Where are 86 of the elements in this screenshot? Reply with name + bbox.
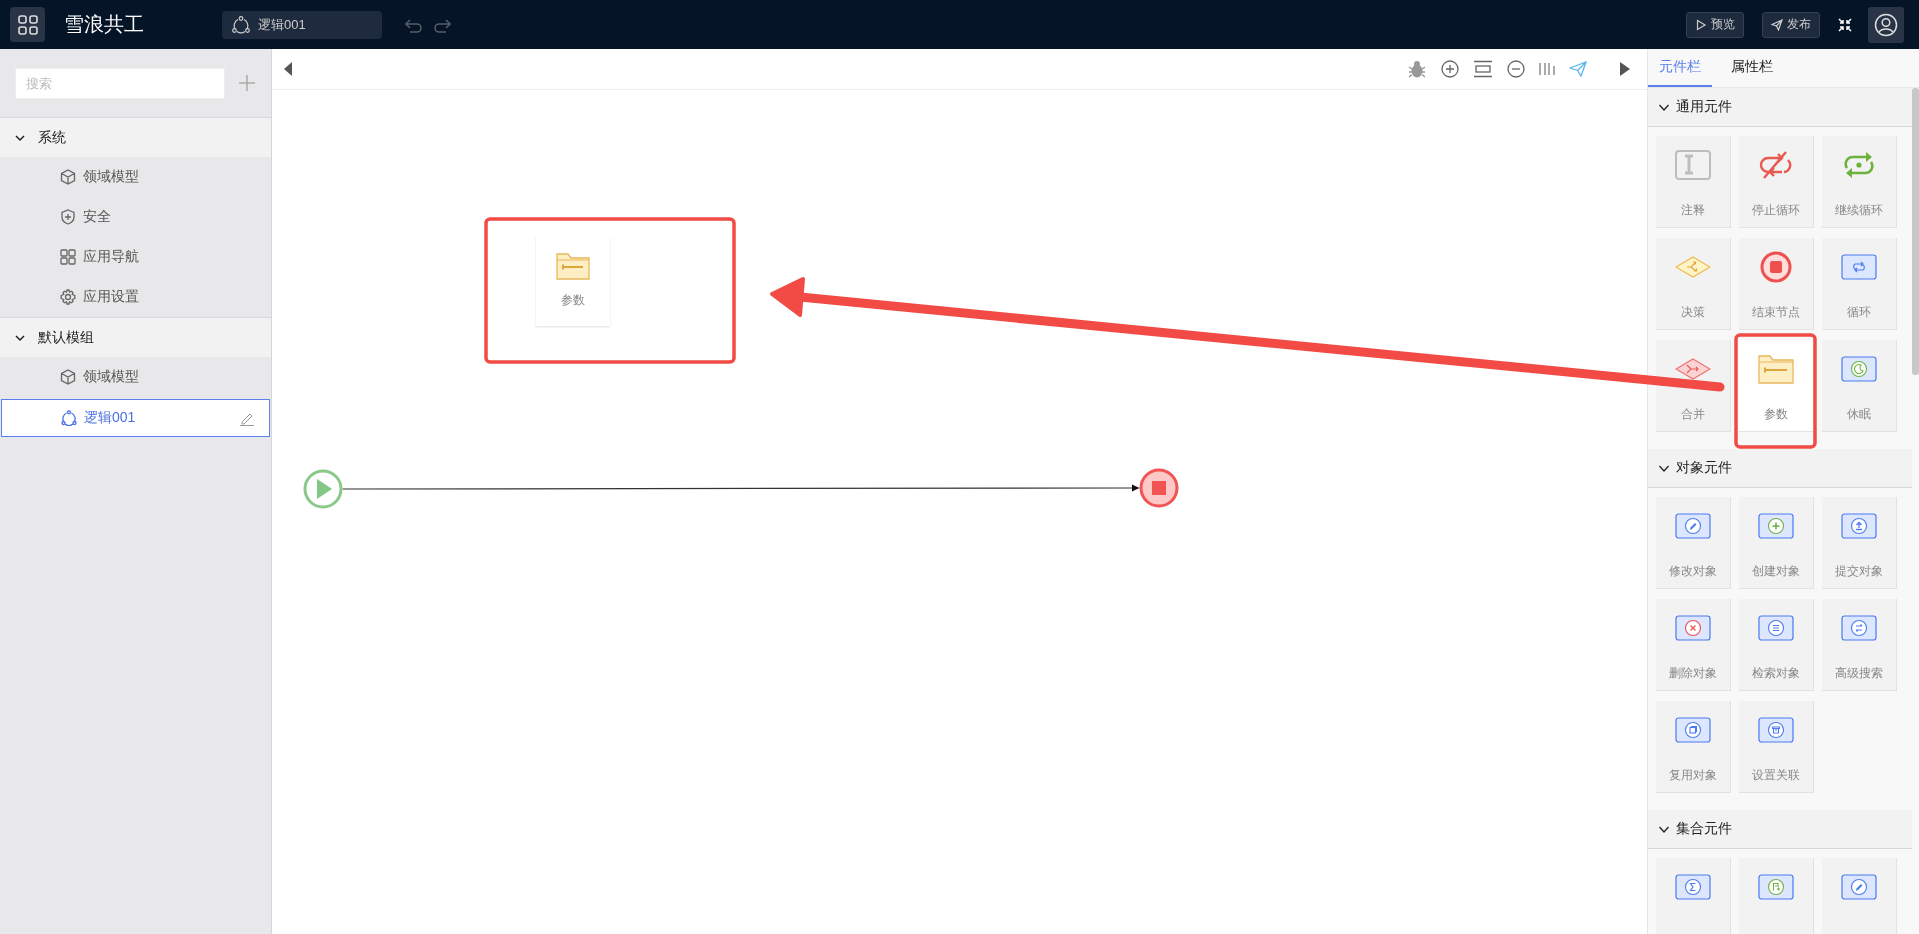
tree-item[interactable]: 应用设置 bbox=[1, 277, 270, 317]
collapse-left-icon[interactable] bbox=[282, 61, 294, 77]
moon-box-icon bbox=[1841, 356, 1877, 382]
component-tile[interactable]: 结束节点 bbox=[1739, 238, 1814, 330]
component-tile[interactable]: 休眠 bbox=[1822, 340, 1897, 432]
component-tile[interactable]: 循环 bbox=[1822, 238, 1897, 330]
loop-box-icon bbox=[1841, 254, 1877, 280]
bars-icon[interactable] bbox=[1539, 61, 1555, 77]
pencil-box-icon bbox=[1841, 874, 1877, 900]
shield-icon bbox=[60, 209, 76, 225]
swap-box-icon bbox=[1841, 615, 1877, 641]
document-tab[interactable]: 逻辑001 bbox=[222, 10, 382, 39]
component-tile[interactable] bbox=[1739, 858, 1814, 934]
loop-slash-icon bbox=[1758, 150, 1794, 180]
component-tile[interactable]: 设置关联 bbox=[1739, 701, 1814, 793]
account-button[interactable] bbox=[1868, 6, 1904, 43]
plus-icon[interactable] bbox=[238, 74, 256, 92]
plus-box-icon bbox=[1758, 513, 1794, 539]
gear-icon bbox=[60, 289, 76, 305]
component-tile[interactable]: 创建对象 bbox=[1739, 497, 1814, 589]
component-tile[interactable]: 注释 bbox=[1656, 136, 1731, 228]
user-icon bbox=[1874, 12, 1898, 37]
undo-icon[interactable] bbox=[404, 16, 424, 33]
component-tile[interactable]: 删除对象 bbox=[1656, 599, 1731, 691]
tree-group-header[interactable]: 系统 bbox=[0, 118, 271, 157]
collapse-icon[interactable] bbox=[1838, 17, 1852, 32]
folder-icon bbox=[556, 252, 590, 280]
component-tile[interactable]: 合并 bbox=[1656, 340, 1731, 432]
zoom-out-icon[interactable] bbox=[1507, 60, 1525, 78]
search-field[interactable]: 搜索 bbox=[15, 67, 225, 99]
run-icon[interactable] bbox=[1619, 61, 1631, 77]
component-tile[interactable]: 决策 bbox=[1656, 238, 1731, 330]
text-cursor-icon bbox=[1675, 150, 1711, 180]
send-icon bbox=[1771, 18, 1783, 31]
upload-box-icon bbox=[1841, 513, 1877, 539]
start-node[interactable] bbox=[303, 469, 343, 509]
send-icon[interactable] bbox=[1569, 61, 1587, 77]
component-tile[interactable]: 检索对象 bbox=[1739, 599, 1814, 691]
tree-group-header[interactable]: 默认模组 bbox=[0, 318, 271, 357]
list-box-icon bbox=[1758, 615, 1794, 641]
publish-button[interactable]: 发布 bbox=[1762, 11, 1820, 38]
node-cycle-icon bbox=[232, 15, 250, 34]
sigma-box-icon bbox=[1675, 874, 1711, 900]
panel-tab[interactable]: 属性栏 bbox=[1720, 49, 1784, 87]
fit-icon[interactable] bbox=[1473, 60, 1493, 78]
section-header[interactable]: 对象元件 bbox=[1648, 449, 1912, 488]
component-tile[interactable]: 参数 bbox=[1739, 340, 1814, 432]
component-tile[interactable]: 停止循环 bbox=[1739, 136, 1814, 228]
component-tile[interactable] bbox=[1822, 858, 1897, 934]
folder-icon bbox=[1758, 354, 1794, 384]
preview-button[interactable]: 预览 bbox=[1686, 11, 1744, 38]
cube-icon bbox=[60, 169, 76, 185]
tree-item[interactable]: 逻辑001 bbox=[1, 399, 270, 437]
section-header[interactable]: 通用元件 bbox=[1648, 88, 1912, 127]
param-node[interactable]: 参数 bbox=[536, 236, 610, 326]
bug-icon[interactable] bbox=[1407, 59, 1427, 79]
document-plus-box-icon bbox=[1758, 874, 1794, 900]
component-tile[interactable] bbox=[1656, 858, 1731, 934]
tree-item[interactable]: 安全 bbox=[1, 197, 270, 237]
component-tile[interactable]: 复用对象 bbox=[1656, 701, 1731, 793]
play-icon bbox=[1695, 18, 1707, 31]
diamond-icon bbox=[1675, 256, 1711, 278]
close-box-icon bbox=[1675, 615, 1711, 641]
component-tile[interactable]: 继续循环 bbox=[1822, 136, 1897, 228]
copy-box-icon bbox=[1675, 717, 1711, 743]
zoom-in-icon[interactable] bbox=[1441, 60, 1459, 78]
tree-item[interactable]: 领域模型 bbox=[1, 357, 270, 397]
component-tile[interactable]: 提交对象 bbox=[1822, 497, 1897, 589]
grid-icon bbox=[16, 13, 39, 36]
grid-icon bbox=[60, 249, 76, 265]
pencil-box-icon bbox=[1675, 513, 1711, 539]
stop-circle-icon bbox=[1760, 251, 1792, 283]
section-header[interactable]: 集合元件 bbox=[1648, 810, 1912, 849]
app-menu-button[interactable] bbox=[10, 7, 45, 42]
redo-icon[interactable] bbox=[432, 16, 452, 33]
node-cycle-icon bbox=[61, 410, 77, 426]
end-node[interactable] bbox=[1139, 468, 1179, 508]
diamond-icon bbox=[1675, 358, 1711, 380]
tree-item[interactable]: 应用导航 bbox=[1, 237, 270, 277]
loop-arrows-icon bbox=[1841, 150, 1877, 180]
cube-icon bbox=[60, 369, 76, 385]
component-tile[interactable]: 修改对象 bbox=[1656, 497, 1731, 589]
tree-item[interactable]: 领域模型 bbox=[1, 157, 270, 197]
archive-box-icon bbox=[1758, 717, 1794, 743]
component-tile[interactable]: 高级搜索 bbox=[1822, 599, 1897, 691]
app-title: 雪浪共工 bbox=[64, 12, 144, 37]
